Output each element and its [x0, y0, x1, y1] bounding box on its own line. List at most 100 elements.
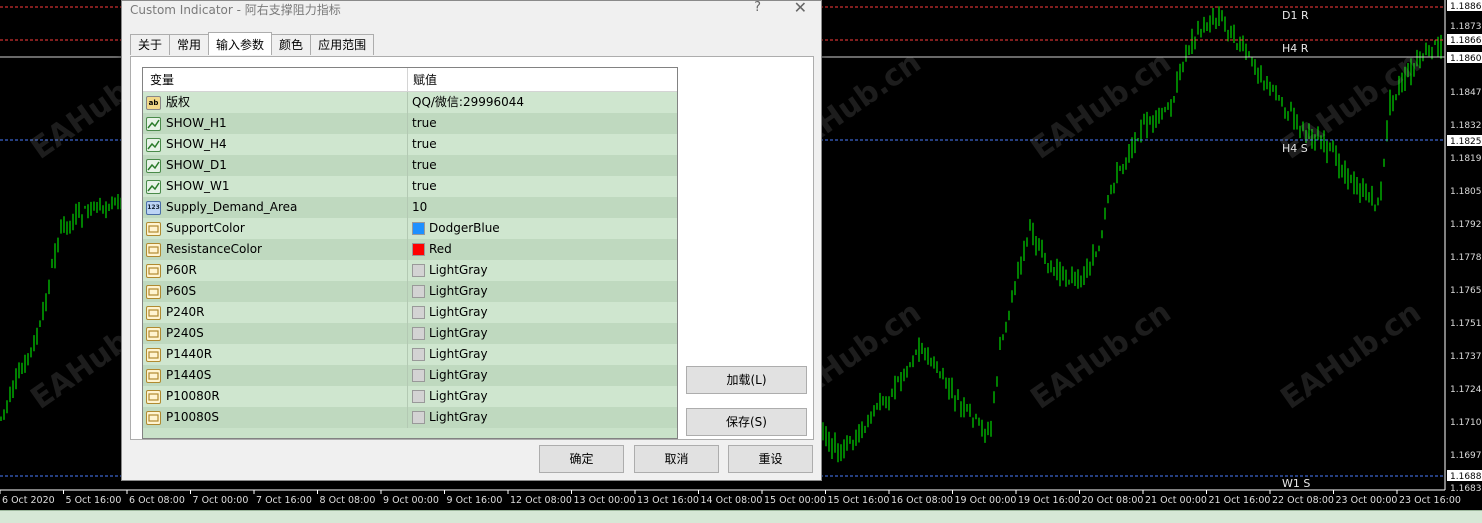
param-row[interactable]: 123 Supply_Demand_Area 10: [143, 197, 677, 218]
time-label: 16 Oct 08:00: [891, 495, 953, 506]
param-name: ResistanceColor: [166, 242, 262, 256]
reset-button[interactable]: 重设: [728, 445, 813, 473]
param-name-cell: P10080R: [143, 386, 408, 407]
tab-inputs[interactable]: 输入参数: [208, 32, 273, 55]
tab-about[interactable]: 关于: [130, 34, 171, 55]
int-type-icon: 123: [146, 200, 161, 215]
price-label: 1.16973: [1450, 451, 1482, 461]
time-label: 21 Oct 16:00: [1209, 495, 1271, 506]
dialog-title: Custom Indicator - 阿右支撑阻力指标: [130, 3, 341, 17]
color-type-icon: [146, 410, 161, 425]
time-label: 12 Oct 08:00: [510, 495, 572, 506]
param-row[interactable]: P240S LightGray: [143, 323, 677, 344]
color-type-icon: [146, 305, 161, 320]
column-header-variable[interactable]: 变量: [143, 68, 408, 91]
time-label: 15 Oct 16:00: [828, 495, 890, 506]
param-value-cell[interactable]: LightGray: [408, 365, 677, 386]
params-grid: 变量 赋值 ab 版权 QQ/微信:29996044 SHOW_H1 true SHOW_…: [142, 67, 678, 439]
param-row[interactable]: P60S LightGray: [143, 281, 677, 302]
color-type-icon: [146, 326, 161, 341]
param-row[interactable]: SHOW_H4 true: [143, 134, 677, 155]
param-value: LightGray: [429, 389, 488, 403]
param-value: LightGray: [429, 284, 488, 298]
param-value-cell[interactable]: true: [408, 134, 677, 155]
param-row[interactable]: SHOW_D1 true: [143, 155, 677, 176]
param-name: SHOW_D1: [166, 158, 227, 172]
time-label: 21 Oct 00:00: [1145, 495, 1207, 506]
color-type-icon: [146, 347, 161, 362]
param-value-cell[interactable]: 10: [408, 197, 677, 218]
param-value-cell[interactable]: DodgerBlue: [408, 218, 677, 239]
param-row[interactable]: SupportColor DodgerBlue: [143, 218, 677, 239]
param-value-cell[interactable]: QQ/微信:29996044: [408, 92, 677, 113]
color-type-icon: [146, 263, 161, 278]
time-label: 15 Oct 00:00: [764, 495, 826, 506]
param-value-cell[interactable]: LightGray: [408, 260, 677, 281]
params-rows: ab 版权 QQ/微信:29996044 SHOW_H1 true SHOW_H4 true…: [143, 92, 677, 428]
param-name-cell: SHOW_H4: [143, 134, 408, 155]
param-row[interactable]: ab 版权 QQ/微信:29996044: [143, 92, 677, 113]
param-row[interactable]: SHOW_H1 true: [143, 113, 677, 134]
time-label: 13 Oct 00:00: [574, 495, 636, 506]
param-name-cell: SHOW_D1: [143, 155, 408, 176]
cancel-button[interactable]: 取消: [634, 445, 719, 473]
param-row[interactable]: P10080S LightGray: [143, 407, 677, 428]
level-label: H4 R: [1282, 42, 1309, 55]
load-button[interactable]: 加载(L): [686, 366, 807, 394]
status-bar: [0, 510, 1482, 523]
param-name-cell: P60S: [143, 281, 408, 302]
close-icon[interactable]: ✕: [794, 0, 807, 17]
param-name: P10080R: [166, 389, 220, 403]
bool-type-icon: [146, 137, 161, 152]
param-value-cell[interactable]: true: [408, 155, 677, 176]
param-name: SHOW_W1: [166, 179, 230, 193]
color-swatch: [412, 327, 425, 340]
param-row[interactable]: P1440R LightGray: [143, 344, 677, 365]
param-row[interactable]: P1440S LightGray: [143, 365, 677, 386]
param-value: LightGray: [429, 326, 488, 340]
param-value-cell[interactable]: true: [408, 176, 677, 197]
param-value-cell[interactable]: Red: [408, 239, 677, 260]
param-value-cell[interactable]: LightGray: [408, 323, 677, 344]
column-header-value[interactable]: 赋值: [408, 68, 677, 91]
param-value: QQ/微信:29996044: [412, 95, 525, 109]
tab-bar: 关于 常用 输入参数 颜色 应用范围: [130, 32, 375, 56]
param-value: 10: [412, 200, 428, 214]
tab-colors[interactable]: 颜色: [271, 34, 312, 55]
param-value: LightGray: [429, 368, 488, 382]
string-type-icon: ab: [146, 95, 161, 110]
tab-common[interactable]: 常用: [169, 34, 210, 55]
price-label: 1.17515: [1450, 319, 1482, 329]
param-value-cell[interactable]: LightGray: [408, 281, 677, 302]
param-name: SupportColor: [166, 221, 245, 235]
price-label: 1.16881: [1450, 472, 1482, 482]
tab-visualization[interactable]: 应用范围: [310, 34, 375, 55]
param-name: P1440S: [166, 368, 212, 382]
ok-button[interactable]: 确定: [539, 445, 624, 473]
param-value-cell[interactable]: LightGray: [408, 407, 677, 428]
param-value: LightGray: [429, 263, 488, 277]
time-label: 23 Oct 00:00: [1336, 495, 1398, 506]
price-label: 1.17650: [1450, 286, 1482, 296]
param-value-cell[interactable]: true: [408, 113, 677, 134]
time-label: 6 Oct 2020: [2, 495, 55, 506]
param-row[interactable]: SHOW_W1 true: [143, 176, 677, 197]
param-value-cell[interactable]: LightGray: [408, 302, 677, 323]
param-row[interactable]: ResistanceColor Red: [143, 239, 677, 260]
param-row[interactable]: P10080R LightGray: [143, 386, 677, 407]
price-label: 1.17922: [1450, 220, 1482, 230]
save-button[interactable]: 保存(S): [686, 408, 807, 436]
param-row[interactable]: P60R LightGray: [143, 260, 677, 281]
help-icon[interactable]: ?: [754, 0, 761, 15]
color-swatch: [412, 264, 425, 277]
time-label: 13 Oct 16:00: [637, 495, 699, 506]
param-name: P240R: [166, 305, 205, 319]
param-name-cell: P240S: [143, 323, 408, 344]
param-value-cell[interactable]: LightGray: [408, 344, 677, 365]
price-label: 1.17786: [1450, 253, 1482, 263]
color-swatch: [412, 348, 425, 361]
param-value-cell[interactable]: LightGray: [408, 386, 677, 407]
param-row[interactable]: P240R LightGray: [143, 302, 677, 323]
watermark-text: EAHub.cn: [1275, 295, 1428, 417]
color-type-icon: [146, 284, 161, 299]
